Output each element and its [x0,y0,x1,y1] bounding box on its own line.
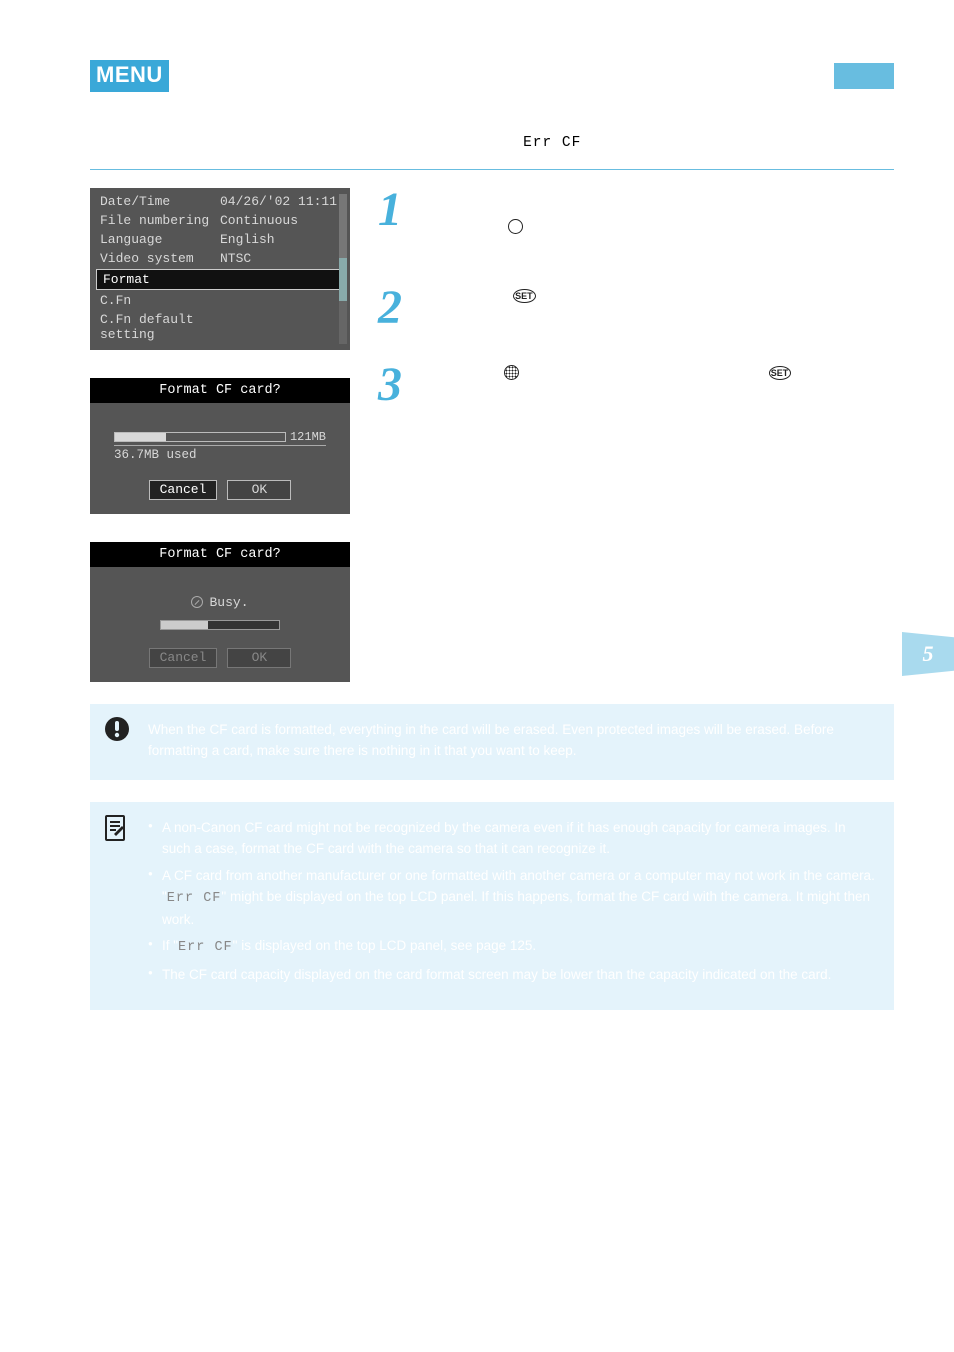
camera-busy-screenshot: Format CF card? Busy. Cancel OK [90,542,350,683]
header-bar: MENU Formatting the CF Card [90,60,894,92]
intro-text-b: " (CF error) is displayed on the LCD pan… [581,134,855,150]
tips-note: A non-Canon CF card might not be recogni… [90,802,894,1010]
intro-error-code: Err CF [523,135,581,151]
menu-item-label: C.Fn [100,293,220,308]
storage-bar [114,432,286,442]
menu-item-value: English [220,232,275,247]
step-number: 3 [378,363,414,433]
page-number: 113 [90,1038,894,1053]
tip-bullet: If "Err CF" is displayed on the top LCD … [148,936,876,959]
quick-dial-icon [504,365,519,380]
chapter-side-tab: 5 [902,632,954,676]
warning-icon [104,716,130,742]
title-group: MENU Formatting the CF Card [90,60,464,92]
step-bullet: The CF card will be formatted. [428,391,894,412]
cancel-button: Cancel [149,648,218,668]
no-photo-icon [191,596,203,608]
step-bullet: When the formatting is completed, the me… [428,412,894,433]
error-code: Err CF [167,891,222,906]
step-3: 3 Turn the <> dial to select [OK], then … [378,363,894,433]
camera-confirm-screenshot: Format CF card? 121MB 36.7MB used Cancel… [90,378,350,514]
tip-bullet: The CF card capacity displayed on the ca… [148,965,876,986]
dial-icon [508,219,523,234]
dialog-title: Format CF card? [90,378,350,403]
page-title: Formatting the CF Card [185,60,464,88]
step-bullet: Turn the <> dial to select [Format]. [428,216,894,237]
warning-text: When the CF card is formatted, everythin… [148,722,834,758]
step-title: Press the <SET> button. [428,286,894,306]
busy-progress [160,620,280,630]
error-code: Err CF [178,940,233,955]
menu-item-value: NTSC [220,251,251,266]
menu-item-value: 04/26/'02 11:11 [220,194,337,209]
divider [90,169,894,170]
menu-item-label: Video system [100,251,220,266]
step-number: 2 [378,286,414,335]
dialog-title: Format CF card? [90,542,350,567]
menu-item-value: Continuous [220,213,298,228]
set-icon: SET [769,366,792,380]
set-icon: SET [513,289,536,303]
menu-item-label: Date/Time [100,194,220,209]
menu-item-label: Language [100,232,220,247]
busy-label: Busy. [191,595,248,610]
step-title: Turn the <> dial to select [OK], then pr… [428,363,894,383]
step-bullet: For details on the setting procedure, se… [428,237,894,258]
step-title: On the menu, select [Format]. [428,188,894,208]
menu-item-selected: Format [96,269,344,290]
tip-bullet: A CF card from another manufacturer or o… [148,866,876,931]
tip-bullet: A non-Canon CF card might not be recogni… [148,818,876,860]
step-number: 1 [378,188,414,258]
warning-note: When the CF card is formatted, everythin… [90,704,894,780]
camera-menu-screenshot: Date/Time04/26/'02 11:11 File numberingC… [90,188,350,350]
menu-item-label: File numbering [100,213,220,228]
menu-item-label: C.Fn default setting [100,312,220,342]
memo-icon [104,814,128,842]
cancel-button: Cancel [149,480,218,500]
step-bullet: A confirmation dialog will appear. [428,314,894,335]
step-2: 2 Press the <SET> button. A confirmation… [378,286,894,335]
ok-button: OK [227,648,291,668]
storage-used: 36.7MB used [114,445,326,462]
ok-button: OK [227,480,291,500]
busy-text: Busy. [209,595,248,610]
chapter-color-tab [834,63,894,89]
menu-badge: MENU [90,60,169,92]
storage-total: 121MB [290,430,326,444]
intro-paragraph: A new CF card can be used as is. However… [90,110,894,155]
menu-scrollbar [339,194,347,344]
step-1: 1 On the menu, select [Format]. Turn the… [378,188,894,258]
